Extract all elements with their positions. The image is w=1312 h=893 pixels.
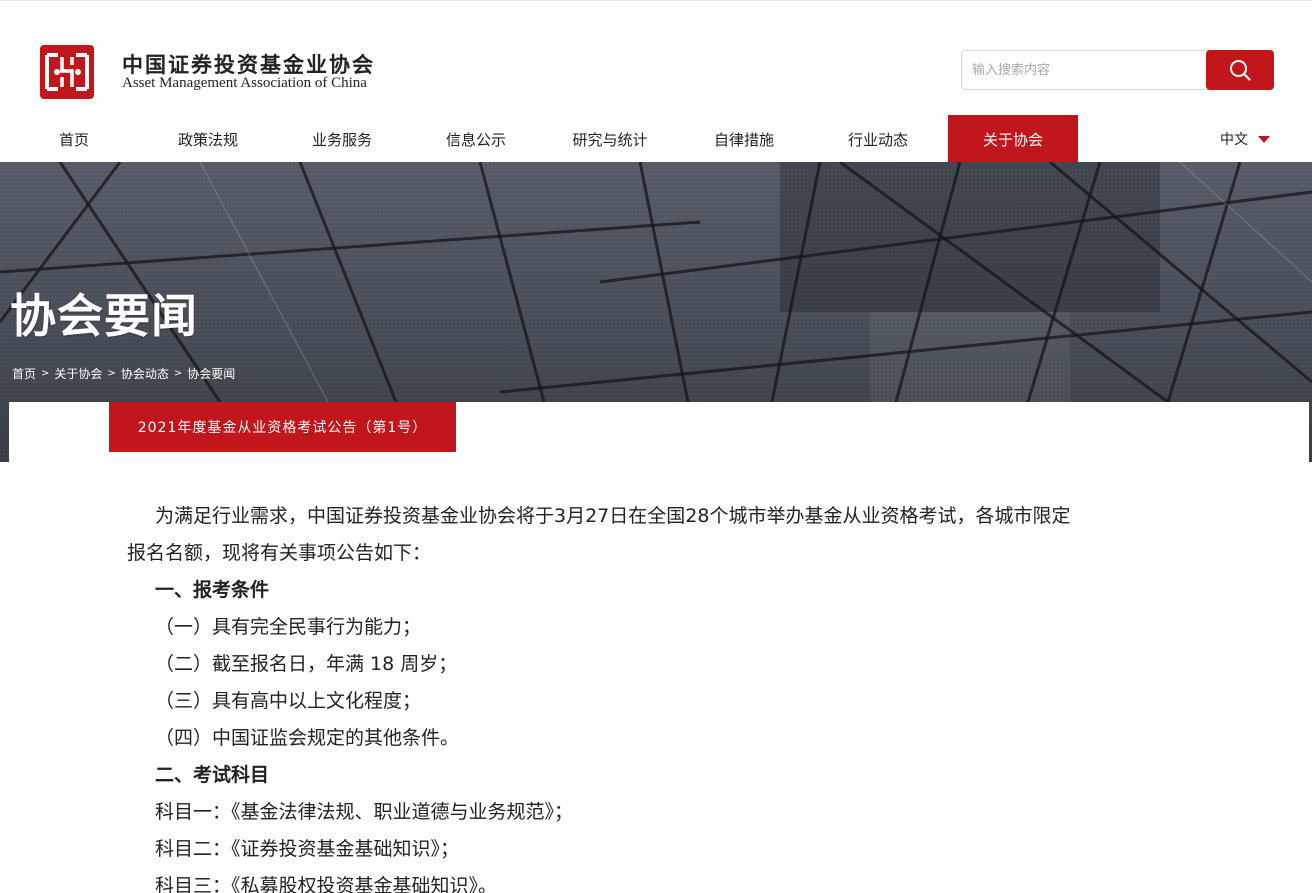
- breadcrumb-home[interactable]: 首页: [12, 365, 36, 382]
- nav-item-disclosure[interactable]: 信息公示: [411, 115, 541, 163]
- nav-item-home[interactable]: 首页: [9, 115, 139, 163]
- breadcrumb-separator: >: [107, 368, 116, 379]
- page-title: 协会要闻: [10, 289, 198, 343]
- language-selector[interactable]: 中文: [1220, 115, 1270, 163]
- article-paragraph: （二）截至报名日，年满 18 周岁；: [155, 653, 458, 675]
- breadcrumb-separator: >: [173, 368, 183, 379]
- language-label: 中文: [1220, 132, 1248, 148]
- nav-item-policy[interactable]: 政策法规: [143, 115, 273, 163]
- main-nav: 首页 政策法规 业务服务 信息公示 研究与统计 自律措施 行业动态 关于协会 中…: [0, 115, 1312, 163]
- article-paragraph: （三）具有高中以上文化程度；: [155, 690, 422, 712]
- section-heading: 二、考试科目: [155, 764, 270, 786]
- site-header: 中国证券投资基金业协会 Asset Management Association…: [0, 0, 1312, 163]
- breadcrumb-about[interactable]: 关于协会: [54, 365, 102, 382]
- search-box: [961, 50, 1274, 90]
- search-button[interactable]: [1206, 50, 1274, 90]
- article-paragraph: 科目一：《基金法律法规、职业道德与业务规范》；: [155, 801, 574, 823]
- breadcrumb: 首页 > 关于协会 > 协会动态 > 协会要闻: [12, 365, 235, 382]
- article-paragraph: 报名名额，现将有关事项公告如下：: [127, 542, 432, 564]
- nav-item-about[interactable]: 关于协会: [948, 115, 1078, 163]
- article-body: 为满足行业需求，中国证券投资基金业协会将于3月27日在全国28个城市举办基金从业…: [127, 498, 1207, 893]
- article-paragraph: 为满足行业需求，中国证券投资基金业协会将于3月27日在全国28个城市举办基金从业…: [155, 505, 1071, 527]
- breadcrumb-news[interactable]: 协会动态: [121, 365, 169, 382]
- nav-item-research[interactable]: 研究与统计: [545, 115, 675, 163]
- article-paragraph: （一）具有完全民事行为能力；: [155, 616, 422, 638]
- search-icon: [1230, 60, 1251, 81]
- article-paragraph: 科目三：《私募股权投资基金基础知识》。: [155, 875, 498, 893]
- breadcrumb-separator: >: [41, 368, 50, 379]
- nav-item-industry-news[interactable]: 行业动态: [813, 115, 943, 163]
- search-input[interactable]: [961, 50, 1211, 90]
- site-name-en[interactable]: Asset Management Association of China: [122, 75, 367, 92]
- article-container: 2021年度基金从业资格考试公告（第1号） 为满足行业需求，中国证券投资基金业协…: [9, 402, 1309, 893]
- article-paragraph: 科目二：《证券投资基金基础知识》；: [155, 838, 460, 860]
- association-logo-icon[interactable]: [40, 45, 94, 99]
- nav-item-self-regulation[interactable]: 自律措施: [679, 115, 809, 163]
- article-paragraph: （四）中国证监会规定的其他条件。: [155, 727, 460, 749]
- section-heading: 一、报考条件: [155, 579, 270, 601]
- article-title-tag: 2021年度基金从业资格考试公告（第1号）: [109, 402, 456, 452]
- caret-down-icon: [1258, 135, 1270, 143]
- nav-item-services[interactable]: 业务服务: [277, 115, 407, 163]
- breadcrumb-current[interactable]: 协会要闻: [187, 365, 235, 382]
